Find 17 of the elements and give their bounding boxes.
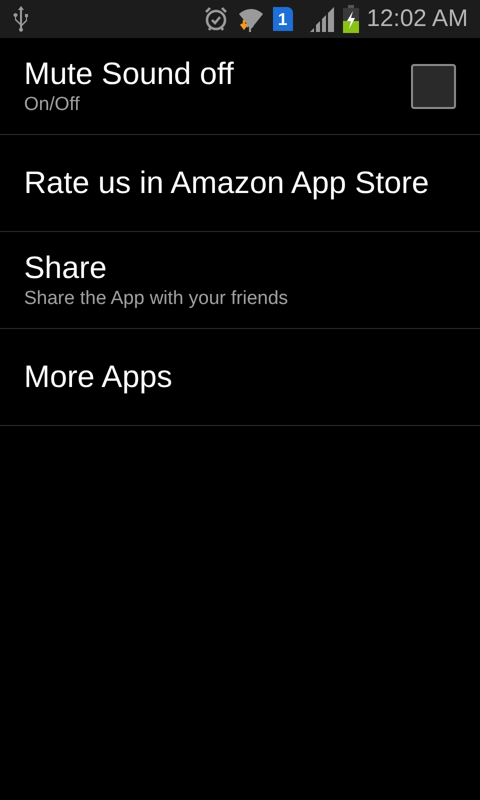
item-title: Mute Sound off — [24, 55, 235, 93]
settings-item[interactable]: Share Share the App with your friends — [0, 232, 480, 329]
battery-charging-icon — [342, 5, 359, 33]
signal-bars-icon — [308, 6, 335, 32]
item-summary: On/Off — [24, 93, 81, 117]
item-title: More Apps — [24, 358, 174, 396]
alarm-clock-icon — [202, 6, 229, 32]
usb-icon — [12, 6, 30, 32]
settings-item[interactable]: More Apps — [0, 329, 480, 426]
sim-badge: 1 — [272, 7, 293, 31]
clock: 12:02 AM — [366, 7, 468, 31]
settings-item[interactable]: Mute Sound off On/Off — [0, 38, 480, 135]
checkbox[interactable] — [411, 64, 456, 108]
item-summary: Share the App with your friends — [24, 287, 290, 311]
settings-item[interactable]: Rate us in Amazon App Store — [0, 135, 480, 232]
item-title: Rate us in Amazon App Store — [24, 164, 430, 202]
item-title: Share — [24, 249, 108, 287]
